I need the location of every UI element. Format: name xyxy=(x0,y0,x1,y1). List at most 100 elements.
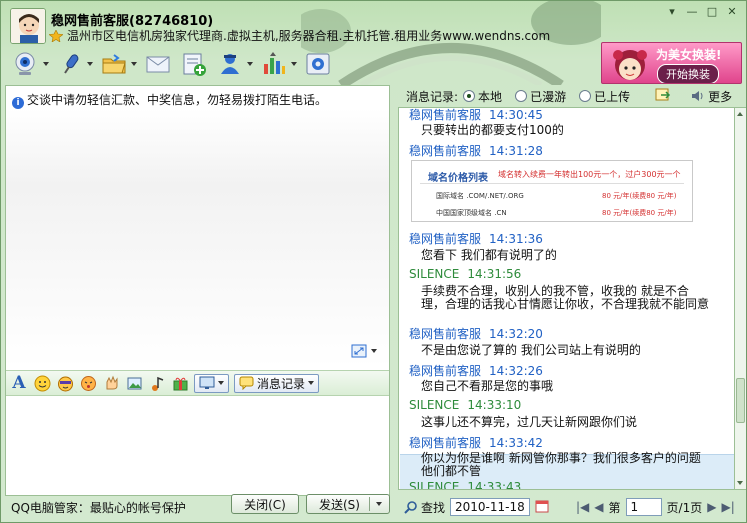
minimize-button[interactable]: — xyxy=(682,3,702,19)
send-mail-button[interactable] xyxy=(143,49,173,79)
chevron-down-icon[interactable] xyxy=(291,62,297,66)
message-header: 稳网售前客服 14:30:45 xyxy=(409,108,543,123)
apps-button[interactable] xyxy=(259,49,297,79)
prev-page-button[interactable]: ◀ xyxy=(594,500,603,514)
option-uploaded[interactable]: 已上传 xyxy=(579,88,630,105)
calendar-icon xyxy=(535,500,549,512)
message-time: 14:31:28 xyxy=(489,144,543,158)
message-input[interactable] xyxy=(6,397,389,495)
price-row-value: 80 元/年(续费80 元/年) xyxy=(602,209,677,217)
option-roamed[interactable]: 已漫游 xyxy=(515,88,566,105)
dress-up-promo-banner[interactable]: 为美女换装! 开始换装 xyxy=(601,42,742,84)
voice-message-button[interactable] xyxy=(102,374,120,392)
folder-icon xyxy=(102,54,126,74)
more-button[interactable]: 更多 xyxy=(690,88,732,105)
scroll-thumb[interactable] xyxy=(736,378,745,423)
footer-tip: QQ电脑管家：最贴心的帐号保护 xyxy=(11,501,186,515)
info-icon: i xyxy=(12,97,24,109)
next-page-button[interactable]: ▶ xyxy=(707,500,716,514)
message-body: 只要转出的都要支付100的 xyxy=(421,123,564,137)
search-button[interactable]: 查找 xyxy=(404,499,445,516)
maximize-button[interactable]: □ xyxy=(702,3,722,19)
message-time: 14:30:45 xyxy=(489,108,543,122)
music-button[interactable] xyxy=(148,374,166,392)
export-button[interactable] xyxy=(655,87,671,105)
contact-signature: 温州市区电信机房独家代理商.虚拟主机,服务器合租.主机托管.租用业务www.we… xyxy=(67,29,551,43)
page-total: 页/1页 xyxy=(666,500,703,515)
close-button[interactable]: 关闭(C) xyxy=(231,494,299,514)
send-image-button[interactable] xyxy=(125,374,143,392)
font-button[interactable]: A xyxy=(10,373,28,393)
history-footer: 查找 2010-11-18 |◀ ◀ 第 1 页/1页 ▶ ▶| xyxy=(398,492,746,522)
message-body: 这事儿还不算完，过几天让新网跟你们说 xyxy=(421,415,638,429)
speaker-icon xyxy=(692,91,703,101)
menu-dropdown-button[interactable]: ▾ xyxy=(662,3,682,19)
price-list-image[interactable]: 域名价格列表 域名转入续费一年转出100元一个，过户300元一个 国际域名 .C… xyxy=(411,160,693,222)
option-roamed-label: 已漫游 xyxy=(530,89,567,104)
add-app-button[interactable] xyxy=(179,49,209,79)
chat-window: 稳网售前客服(82746810) 温州市区电信机房独家代理商.虚拟主机,服务器合… xyxy=(0,0,747,523)
message-record-button[interactable]: 消息记录 xyxy=(234,373,320,393)
message-time: 14:33:10 xyxy=(467,398,522,412)
message-sender: 稳网售前客服 xyxy=(409,232,482,246)
chevron-down-icon[interactable] xyxy=(376,502,382,506)
chevron-down-icon[interactable] xyxy=(247,62,253,66)
page-label: 第 xyxy=(608,500,621,515)
page-input[interactable]: 1 xyxy=(625,498,662,516)
expand-view-button[interactable] xyxy=(351,344,377,358)
option-local[interactable]: 本地 xyxy=(463,88,502,105)
gift-button[interactable] xyxy=(171,374,189,392)
history-display-area xyxy=(6,108,389,368)
contact-info-button[interactable] xyxy=(215,49,253,79)
settings-button[interactable] xyxy=(303,49,333,79)
message-body: 不是由您说了算的 我们公司站上有说明的 xyxy=(421,343,641,357)
more-label: 更多 xyxy=(708,89,733,104)
scroll-down-arrow[interactable] xyxy=(737,481,743,485)
chevron-down-icon[interactable] xyxy=(43,62,49,66)
smiley-icon xyxy=(34,375,50,391)
screen-capture-icon xyxy=(199,376,215,389)
main-toolbar xyxy=(11,49,333,79)
voice-call-button[interactable] xyxy=(55,49,93,79)
apps-icon xyxy=(264,52,285,74)
video-camera-icon xyxy=(15,52,35,75)
first-page-button[interactable]: |◀ xyxy=(576,500,589,514)
date-field[interactable]: 2010-11-18 xyxy=(450,498,531,516)
magic-emoticon-button[interactable] xyxy=(56,374,74,392)
history-scrollbar[interactable] xyxy=(735,107,746,490)
microphone-icon xyxy=(64,54,79,74)
contact-avatar[interactable] xyxy=(10,8,46,44)
message-time: 14:33:42 xyxy=(489,436,543,450)
send-file-button[interactable] xyxy=(99,49,137,79)
calendar-button[interactable] xyxy=(535,499,549,516)
message-body: 您看下 我们都有说明了的 xyxy=(421,248,557,262)
image-icon xyxy=(127,377,141,389)
security-warning: i 交谈中请勿轻信汇款、中奖信息，勿轻易拨打陌生电话。 xyxy=(12,91,327,109)
close-window-button[interactable]: ✕ xyxy=(722,3,742,19)
video-call-button[interactable] xyxy=(11,49,49,79)
chevron-down-icon[interactable] xyxy=(87,62,93,66)
last-page-button[interactable]: ▶| xyxy=(721,500,734,514)
history-header: 消息记录: 本地 已漫游 已上传 更多 xyxy=(398,85,746,107)
magic-face-icon xyxy=(57,376,73,391)
message-sender: SILENCE xyxy=(409,267,460,281)
chevron-down-icon xyxy=(218,381,224,385)
price-row-label: 中国国家顶级域名 .CN xyxy=(436,209,507,217)
message-header: 稳网售前客服 14:31:28 xyxy=(409,142,543,159)
message-header: 稳网售前客服 14:32:20 xyxy=(409,325,543,342)
message-time: 14:33:43 xyxy=(467,480,522,490)
shake-window-button[interactable] xyxy=(79,374,97,392)
message-sender: 稳网售前客服 xyxy=(409,364,482,378)
send-button[interactable]: 发送(S) xyxy=(306,494,390,514)
start-dress-up-button[interactable]: 开始换装 xyxy=(657,64,719,83)
cartoon-girl-image xyxy=(613,50,647,80)
message-header: 稳网售前客服 14:31:36 xyxy=(409,230,543,247)
emoticon-button[interactable] xyxy=(33,374,51,392)
screenshot-button[interactable] xyxy=(194,373,229,393)
scroll-up-arrow[interactable] xyxy=(737,112,743,116)
export-icon xyxy=(655,88,671,101)
chevron-down-icon[interactable] xyxy=(371,349,377,353)
message-body: 您自己不看那是您的事哦 xyxy=(421,379,554,393)
chevron-down-icon[interactable] xyxy=(131,62,137,66)
search-label: 查找 xyxy=(421,500,446,515)
